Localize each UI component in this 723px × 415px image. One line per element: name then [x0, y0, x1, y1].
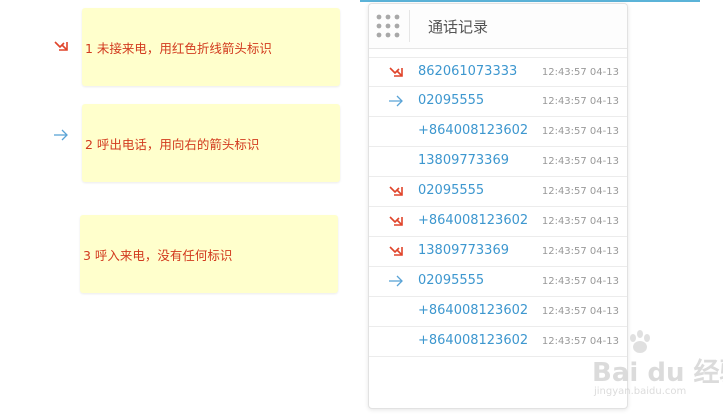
note-incoming-call-text: 3 呼入来电，没有任何标识 [83, 247, 233, 263]
grid-dots-icon[interactable] [375, 13, 401, 39]
header-divider [409, 10, 410, 42]
panel-header: 通话记录 [369, 4, 627, 49]
note-incoming-call: 3 呼入来电，没有任何标识 [80, 215, 338, 293]
outgoing-call-icon [389, 95, 403, 107]
note-outgoing-call: 2 呼出电话，用向右的箭头标识 [82, 104, 340, 182]
missed-call-icon [54, 41, 68, 51]
baidu-jingyan-watermark: Bai du 经验 jingyan.baidu.com [592, 330, 723, 406]
call-time: 12:43:57 04-13 [541, 156, 619, 167]
missed-call-icon [389, 216, 403, 226]
call-number[interactable]: 13809773369 [418, 243, 509, 258]
call-number[interactable]: +864008123602 [418, 303, 528, 318]
call-log-row[interactable]: 862061073333 12:43:57 04-13 [369, 57, 627, 87]
call-log-row[interactable]: +864008123602 12:43:57 04-13 [369, 297, 627, 327]
call-time: 12:43:57 04-13 [541, 67, 619, 78]
outgoing-call-icon [389, 275, 403, 287]
call-time: 12:43:57 04-13 [541, 246, 619, 257]
call-number[interactable]: +864008123602 [418, 123, 528, 138]
call-time: 12:43:57 04-13 [541, 306, 619, 317]
call-number[interactable]: 02095555 [418, 273, 484, 288]
watermark-url: jingyan.baidu.com [594, 386, 687, 397]
panel-title: 通话记录 [428, 18, 489, 36]
note-missed-call-text: 1 未接来电，用红色折线箭头标识 [85, 40, 272, 56]
call-log-row[interactable]: 13809773369 12:43:57 04-13 [369, 147, 627, 177]
call-log-row[interactable]: +864008123602 12:43:57 04-13 [369, 207, 627, 237]
call-number[interactable]: 13809773369 [418, 153, 509, 168]
top-accent-line [360, 0, 700, 2]
outgoing-call-icon [54, 129, 68, 141]
call-log-row[interactable]: 02095555 12:43:57 04-13 [369, 177, 627, 207]
call-time: 12:43:57 04-13 [541, 216, 619, 227]
note-outgoing-call-text: 2 呼出电话，用向右的箭头标识 [85, 136, 260, 152]
call-time: 12:43:57 04-13 [541, 126, 619, 137]
call-log-row[interactable]: 02095555 12:43:57 04-13 [369, 87, 627, 117]
missed-call-icon [389, 246, 403, 256]
note-missed-call: 1 未接来电，用红色折线箭头标识 [82, 8, 340, 86]
paw-logo-icon [630, 330, 650, 353]
call-number[interactable]: +864008123602 [418, 333, 528, 348]
call-number[interactable]: 02095555 [418, 183, 484, 198]
call-log-row[interactable]: +864008123602 12:43:57 04-13 [369, 117, 627, 147]
call-log-row[interactable]: +864008123602 12:43:57 04-13 [369, 327, 627, 357]
missed-call-icon [389, 67, 403, 77]
call-list: 862061073333 12:43:57 04-13 02095555 12:43:… [369, 57, 627, 357]
call-time: 12:43:57 04-13 [541, 186, 619, 197]
call-number[interactable]: +864008123602 [418, 213, 528, 228]
call-number[interactable]: 02095555 [418, 93, 484, 108]
call-log-row[interactable]: 13809773369 12:43:57 04-13 [369, 237, 627, 267]
call-time: 12:43:57 04-13 [541, 276, 619, 287]
call-time: 12:43:57 04-13 [541, 96, 619, 107]
missed-call-icon [389, 186, 403, 196]
watermark-brand: Bai du 经验 [592, 358, 723, 388]
call-number[interactable]: 862061073333 [418, 64, 517, 79]
call-log-panel: 通话记录 862061073333 12:43:57 04-13 02095555 1… [368, 3, 628, 409]
call-log-row[interactable]: 02095555 12:43:57 04-13 [369, 267, 627, 297]
